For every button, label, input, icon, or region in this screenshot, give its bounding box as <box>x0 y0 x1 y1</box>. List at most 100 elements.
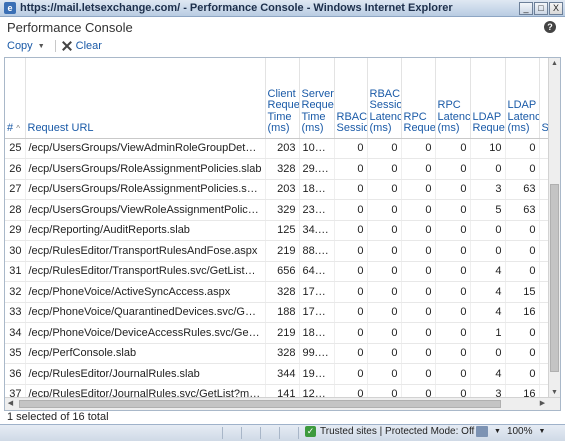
cell-ldap: 4 <box>470 261 506 282</box>
cell-rpcl: 0 <box>435 281 471 303</box>
table-row[interactable]: 36/ecp/RulesEditor/JournalRules.slab 344 1… <box>5 363 560 385</box>
minimize-button[interactable]: _ <box>519 2 533 15</box>
table-row[interactable]: 34/ecp/PhoneVoice/DeviceAccessRules.svc/… <box>5 322 560 344</box>
column-header-num[interactable]: # ^ <box>5 58 26 139</box>
cell-srt: 646.41... <box>299 261 335 282</box>
column-header-client-request-time[interactable]: Client Request Time (ms) <box>265 58 300 139</box>
cell-rpcl: 0 <box>435 138 471 159</box>
cell-rbac: 0 <box>334 363 368 385</box>
column-header-ldap-request[interactable]: LDAP Request <box>470 58 506 139</box>
cell-rpc: 0 <box>401 179 436 200</box>
cell-num: 29 <box>5 220 26 241</box>
scroll-up-arrow-icon[interactable]: ▲ <box>549 58 560 69</box>
cell-rpc: 0 <box>401 281 436 303</box>
zoom-chevron-icon[interactable]: ▼ <box>539 428 546 435</box>
statusbar-right: ▼ 100% ▼ <box>476 426 545 437</box>
column-header-server-request-time[interactable]: Server Request Time (ms) <box>299 58 335 139</box>
horizontal-scroll-thumb[interactable] <box>19 400 501 408</box>
cell-rbac: 0 <box>334 240 368 262</box>
copy-label: Copy <box>7 40 33 52</box>
cell-ldapl: 0 <box>505 158 540 180</box>
cell-rpc: 0 <box>401 138 436 159</box>
cell-rbac: 0 <box>334 322 368 344</box>
cell-rbacl: 0 <box>367 261 402 282</box>
cell-rpc: 0 <box>401 220 436 241</box>
cell-url: /ecp/RulesEditor/JournalRules.slab <box>25 363 266 385</box>
column-header-rpc-latency[interactable]: RPC Latency (ms) <box>435 58 471 139</box>
cell-srt: 171.08... <box>299 281 335 303</box>
cell-rpcl: 0 <box>435 179 471 200</box>
cell-url: /ecp/PhoneVoice/DeviceAccessRules.svc/Ge… <box>25 322 266 344</box>
cell-rpc: 0 <box>401 240 436 262</box>
zoom-level[interactable]: 100% <box>507 426 533 437</box>
cell-rbacl: 0 <box>367 343 402 364</box>
cell-crt: 219 <box>265 240 300 262</box>
cell-srt: 187.30... <box>299 179 335 200</box>
security-zone[interactable]: ✓ Trusted sites | Protected Mode: Off <box>305 426 474 437</box>
cell-url: /ecp/RulesEditor/TransportRulesAndFose.a… <box>25 240 266 262</box>
cell-ldap: 4 <box>470 281 506 303</box>
statusbar-panes <box>204 427 299 439</box>
table-row[interactable]: 25/ecp/UsersGroups/ViewAdminRoleGroupDet… <box>5 138 560 159</box>
scroll-right-arrow-icon[interactable]: ▶ <box>537 398 548 410</box>
table-row[interactable]: 30/ecp/RulesEditor/TransportRulesAndFose… <box>5 240 560 262</box>
table-row[interactable]: 29/ecp/Reporting/AuditReports.slab 125 34.… <box>5 220 560 241</box>
clear-button[interactable]: Clear <box>62 40 102 52</box>
cell-url: /ecp/PhoneVoice/QuarantinedDevices.svc/G… <box>25 302 266 323</box>
cell-ldapl: 0 <box>505 240 540 262</box>
cell-rbac: 0 <box>334 199 368 221</box>
help-icon[interactable]: ? <box>544 21 556 33</box>
status-pane <box>280 427 299 439</box>
column-header-rbac-latency[interactable]: RBAC Session Latency (ms) <box>367 58 402 139</box>
scroll-left-arrow-icon[interactable]: ◀ <box>5 398 16 410</box>
cell-rpc: 0 <box>401 199 436 221</box>
cell-num: 28 <box>5 199 26 221</box>
cell-ldap: 4 <box>470 363 506 385</box>
column-header-rpc-request[interactable]: RPC Request <box>401 58 436 139</box>
cell-rpc: 0 <box>401 322 436 344</box>
cell-rbac: 0 <box>334 343 368 364</box>
chevron-down-icon[interactable]: ▼ <box>494 428 501 435</box>
cell-crt: 328 <box>265 343 300 364</box>
cell-rbacl: 0 <box>367 158 402 180</box>
cell-srt: 194.17... <box>299 363 335 385</box>
cell-ldapl: 16 <box>505 302 540 323</box>
copy-button[interactable]: Copy ▼ <box>7 40 45 52</box>
table-row[interactable]: 33/ecp/PhoneVoice/QuarantinedDevices.svc… <box>5 302 560 323</box>
cell-rbacl: 0 <box>367 363 402 385</box>
cell-rpc: 0 <box>401 363 436 385</box>
cell-rpc: 0 <box>401 343 436 364</box>
table-row[interactable]: 27/ecp/UsersGroups/RoleAssignmentPolicie… <box>5 179 560 200</box>
cell-url: /ecp/UsersGroups/RoleAssignmentPolicies.… <box>25 158 266 180</box>
column-header-rbac-session[interactable]: RBAC Session <box>334 58 368 139</box>
cell-url: /ecp/UsersGroups/RoleAssignmentPolicies.… <box>25 179 266 200</box>
vertical-scrollbar[interactable]: ▲ ▼ <box>548 58 560 398</box>
table-row[interactable]: 35/ecp/PerfConsole.slab32899.9694000000 <box>5 343 560 364</box>
cell-rbacl: 0 <box>367 281 402 303</box>
cell-num: 33 <box>5 302 26 323</box>
cell-num: 34 <box>5 322 26 344</box>
cell-url: /ecp/Reporting/AuditReports.slab <box>25 220 266 241</box>
cell-rbac: 0 <box>334 281 368 303</box>
maximize-button[interactable]: □ <box>534 2 548 15</box>
cell-rpcl: 0 <box>435 240 471 262</box>
column-header-url[interactable]: Request URL <box>25 58 266 139</box>
table-row[interactable]: 31/ecp/RulesEditor/TransportRules.svc/Ge… <box>5 261 560 282</box>
cell-num: 26 <box>5 158 26 180</box>
table-row[interactable]: 32/ecp/PhoneVoice/ActiveSyncAccess.aspx 3… <box>5 281 560 303</box>
cell-rpcl: 0 <box>435 220 471 241</box>
close-button[interactable]: X <box>549 2 563 15</box>
horizontal-scrollbar[interactable]: ◀ ▶ <box>5 397 560 410</box>
cell-num: 36 <box>5 363 26 385</box>
table-row[interactable]: 28/ecp/UsersGroups/ViewRoleAssignmentPol… <box>5 199 560 221</box>
cell-rpcl: 0 <box>435 302 471 323</box>
lock-icon[interactable] <box>476 426 488 437</box>
cell-ldap: 0 <box>470 220 506 241</box>
browser-statusbar: ✓ Trusted sites | Protected Mode: Off ▼ … <box>0 424 565 441</box>
column-header-ldap-latency[interactable]: LDAP Latency (ms) <box>505 58 540 139</box>
cell-ldapl: 0 <box>505 138 540 159</box>
zone-label: Trusted sites | Protected Mode: Off <box>320 426 475 437</box>
table-row[interactable]: 26/ecp/UsersGroups/RoleAssignmentPolicie… <box>5 158 560 180</box>
toolbar-divider <box>54 40 56 52</box>
vertical-scroll-thumb[interactable] <box>550 184 559 372</box>
